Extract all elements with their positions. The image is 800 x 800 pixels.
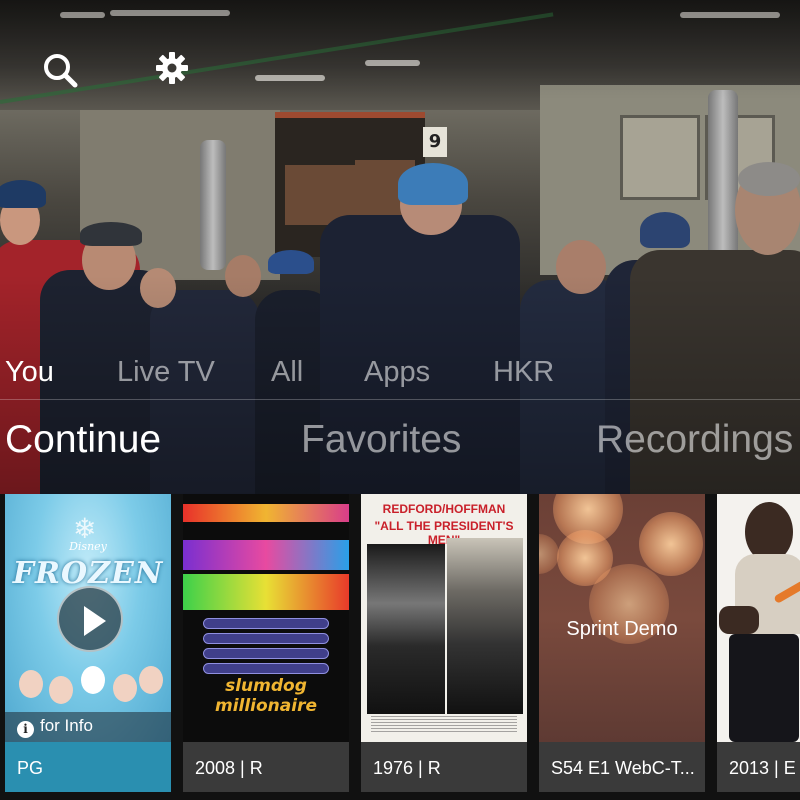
card-meta: 1976 | R [361, 742, 527, 792]
poster-character [113, 674, 137, 702]
poster-title: slumdog millionaire [214, 676, 318, 716]
content-card[interactable]: REDFORD/HOFFMAN "ALL THE PRESIDENT'S MEN… [361, 494, 527, 792]
content-card[interactable]: Sprint Demo S54 E1 WebC-T... [539, 494, 705, 792]
play-button[interactable] [57, 586, 123, 652]
tab-recordings[interactable]: Recordings [596, 418, 793, 462]
primary-nav: You Live TV All Apps HKR [0, 356, 800, 396]
tab-live-tv[interactable]: Live TV [117, 356, 215, 389]
gear-icon [156, 52, 188, 84]
search-button[interactable] [40, 50, 80, 90]
poster-portrait [719, 606, 759, 634]
search-icon [44, 54, 78, 88]
info-icon: i [17, 721, 34, 738]
poster-character [49, 676, 73, 704]
card-meta: 2013 | E [717, 742, 800, 792]
settings-button[interactable] [152, 48, 192, 88]
card-poster: REDFORD/HOFFMAN "ALL THE PRESIDENT'S MEN… [361, 494, 527, 742]
poster-credits: REDFORD/HOFFMAN [382, 502, 506, 516]
tab-continue[interactable]: Continue [5, 418, 161, 462]
poster-decoration [183, 540, 349, 570]
poster-portrait [745, 502, 793, 562]
secondary-nav: Continue Favorites Recordings [0, 418, 800, 478]
poster-decoration [371, 716, 517, 734]
poster-decoration [639, 512, 703, 576]
tab-hkr[interactable]: HKR [493, 356, 554, 389]
info-hint-label: for Info [40, 716, 93, 735]
poster-character [81, 666, 105, 694]
card-meta: S54 E1 WebC-T... [539, 742, 705, 792]
content-carousel: ❄ Disney FROZEN i for Info PG slumdog mi… [0, 494, 800, 800]
tab-apps[interactable]: Apps [364, 356, 430, 389]
poster-decoration [203, 618, 329, 629]
info-hint: i for Info [5, 712, 171, 742]
tab-you[interactable]: You [5, 356, 54, 389]
tab-all[interactable]: All [271, 356, 303, 389]
poster-portrait [447, 538, 523, 714]
snowflake-icon: ❄ [73, 512, 97, 545]
poster-decoration [203, 633, 329, 644]
poster-portrait [367, 544, 445, 714]
content-card[interactable]: ❄ Disney FROZEN i for Info PG [5, 494, 171, 792]
card-poster: Sprint Demo [539, 494, 705, 742]
card-poster: ❄ Disney FROZEN i for Info [5, 494, 171, 742]
content-card[interactable]: slumdog millionaire 2008 | R [183, 494, 349, 792]
nav-divider [0, 399, 800, 400]
poster-title: Sprint Demo [566, 618, 678, 640]
tab-favorites[interactable]: Favorites [301, 418, 461, 462]
card-meta: 2008 | R [183, 742, 349, 792]
poster-decoration [183, 504, 349, 522]
card-meta: PG [5, 742, 171, 792]
poster-character [139, 666, 163, 694]
poster-decoration [203, 648, 329, 659]
poster-decoration [203, 663, 329, 674]
poster-portrait [729, 634, 799, 742]
poster-decoration [183, 574, 349, 610]
play-icon [84, 606, 106, 636]
card-poster [717, 494, 800, 742]
card-poster: slumdog millionaire [183, 494, 349, 742]
poster-brand: Disney [69, 540, 107, 553]
poster-character [19, 670, 43, 698]
content-card[interactable]: 2013 | E [717, 494, 800, 792]
poster-characters [5, 662, 171, 712]
